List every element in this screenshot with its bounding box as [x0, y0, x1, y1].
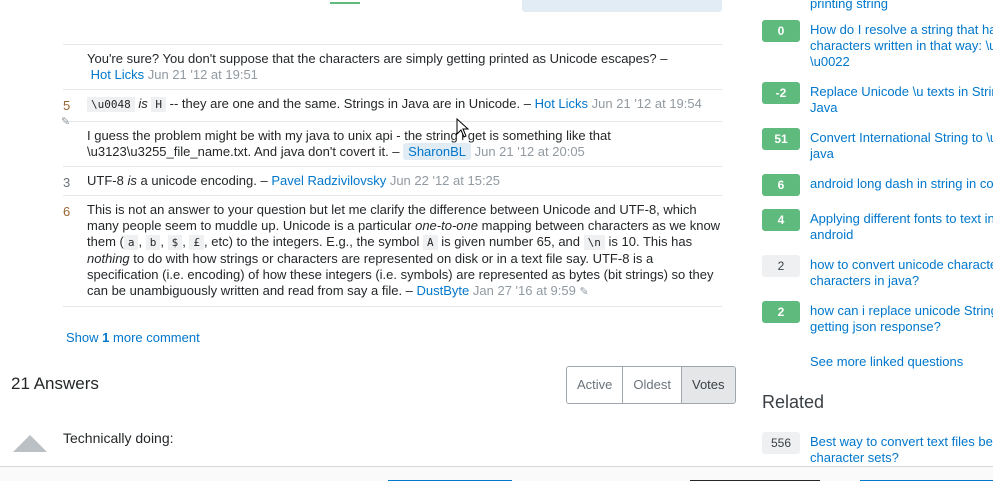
inline-code: £: [189, 235, 205, 250]
comment-text: is 10. This has: [608, 234, 693, 249]
linked-question-link[interactable]: printing string: [810, 0, 888, 11]
see-more-linked-link[interactable]: See more linked questions: [810, 354, 963, 369]
linked-question-link[interactable]: How do I resolve a string that ha charact…: [810, 22, 993, 70]
vote-badge: 2: [762, 301, 800, 323]
comment-text: UTF-8: [87, 173, 124, 188]
vote-badge: 2: [762, 255, 800, 277]
pencil-icon: ✎: [579, 286, 589, 298]
answer-body: Technically doing:: [63, 430, 174, 446]
related-heading: Related: [762, 392, 825, 412]
comment-item: You're sure? You don't suppose that the …: [63, 45, 722, 90]
inline-code: H: [151, 97, 167, 112]
answers-count: 21 Answers: [11, 374, 99, 393]
comment-user-link[interactable]: Pavel Radzivilovsky: [271, 173, 386, 188]
comment-text: is given number 65, and: [441, 234, 581, 249]
vote-badge: 0: [762, 20, 800, 42]
comment-date[interactable]: Jun 21 '12 at 19:54: [592, 96, 702, 111]
inline-code: a: [123, 235, 139, 250]
emphasis: one-to-one: [415, 218, 478, 233]
mouse-cursor-icon: [456, 118, 470, 138]
comment-date[interactable]: Jun 22 '12 at 15:25: [390, 173, 500, 188]
linked-question-link[interactable]: Applying different fonts to text in andro…: [810, 211, 993, 243]
linked-question-link[interactable]: how to convert unicode characte character…: [810, 257, 993, 289]
bottom-bar: [0, 466, 993, 481]
comment-user-link[interactable]: Hot Licks: [91, 67, 144, 82]
tag-box-fragment: [522, 0, 722, 12]
comments-list: You're sure? You don't suppose that the …: [61, 44, 722, 307]
related-question-link[interactable]: Best way to convert text files be charact…: [810, 434, 993, 466]
emphasis: is: [127, 173, 137, 188]
linked-question-link[interactable]: Replace Unicode \u texts in Strin Java: [810, 84, 993, 116]
sort-tab-oldest[interactable]: Oldest: [623, 367, 682, 403]
comment-user-link[interactable]: DustByte: [417, 283, 470, 298]
sort-tab-active[interactable]: Active: [567, 367, 624, 403]
comment-user-link[interactable]: SharonBL: [403, 143, 471, 160]
comment-date[interactable]: Jan 27 '16 at 9:59: [473, 283, 576, 298]
inline-code: A: [423, 235, 438, 250]
sort-tab-votes[interactable]: Votes: [681, 367, 735, 403]
vote-badge: 4: [762, 209, 800, 231]
emphasis: nothing: [87, 251, 130, 266]
comment-date[interactable]: Jun 21 '12 at 20:05: [475, 144, 585, 159]
comment-text: -- they are one and the same. Strings in…: [169, 96, 531, 111]
emphasis: is: [138, 96, 148, 111]
answer-sort-tabs: Active Oldest Votes: [566, 366, 736, 404]
inline-code: \n: [583, 235, 605, 250]
linked-question-link[interactable]: Convert International String to \u java: [810, 130, 993, 162]
comment-user-link[interactable]: Hot Licks: [535, 96, 588, 111]
linked-question-link[interactable]: how can i replace unicode String getting …: [810, 303, 993, 335]
comment-item: 3 UTF-8 is a unicode encoding. – Pavel R…: [63, 167, 722, 196]
comment-score: 5: [63, 98, 71, 113]
vote-badge: 556: [762, 432, 800, 454]
comment-score: 3: [63, 175, 71, 190]
inline-code: \u0048: [87, 97, 135, 112]
comment-item: 5 \u0048 is H -- they are one and the sa…: [61, 90, 722, 128]
accepted-indicator: [330, 0, 360, 4]
comment-text: a unicode encoding. –: [140, 173, 268, 188]
comment-item: 6 This is not an answer to your question…: [63, 196, 722, 307]
linked-question-link[interactable]: android long dash in string in co: [810, 176, 993, 192]
comment-score: 6: [63, 204, 71, 219]
upvote-arrow-icon[interactable]: [13, 435, 47, 452]
vote-badge: 6: [762, 174, 800, 196]
comment-text: , etc) to the integers. E.g., the symbol: [204, 234, 420, 249]
comment-text: You're sure? You don't suppose that the …: [87, 51, 668, 66]
vote-badge: 51: [762, 128, 800, 150]
vote-badge: -2: [762, 82, 800, 104]
comment-date[interactable]: Jun 21 '12 at 19:51: [148, 67, 258, 82]
show-more-comments-link[interactable]: Show 1 more comment: [66, 330, 200, 345]
comment-item: I guess the problem might be with my jav…: [63, 122, 722, 167]
inline-code: $: [167, 235, 183, 250]
comment-text: to do with how strings or characters are…: [87, 251, 714, 298]
inline-code: b: [145, 235, 161, 250]
